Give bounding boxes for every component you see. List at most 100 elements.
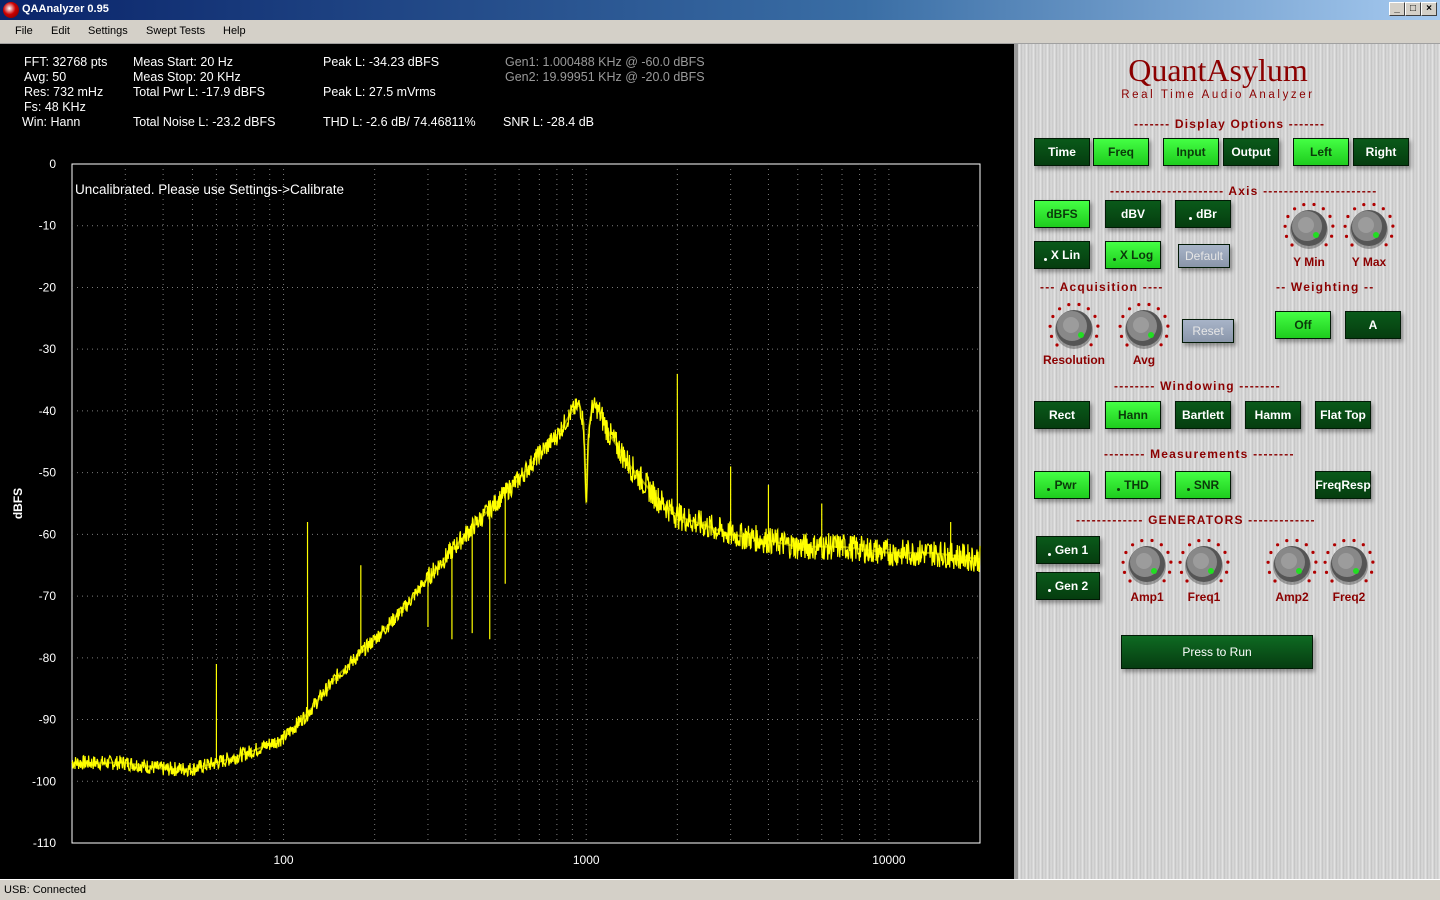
y-tick-label: -10	[39, 219, 57, 233]
xlog-dot	[1112, 257, 1116, 261]
gen1-button[interactable]: Gen 1	[1036, 536, 1100, 564]
y-tick-label: -70	[39, 589, 57, 603]
off-label: Off	[1294, 318, 1312, 332]
y-tick-label: -100	[32, 774, 56, 788]
weighting-off-button[interactable]: Off	[1275, 311, 1331, 339]
right-channel-button[interactable]: Right	[1353, 138, 1409, 166]
y-tick-label: -60	[39, 527, 57, 541]
gen1-dot	[1047, 552, 1051, 556]
acquisition-heading: --- Acquisition ----	[1040, 280, 1164, 294]
resolution-knob[interactable]	[1048, 302, 1100, 354]
dbr-dot	[1189, 216, 1193, 220]
hann-label: Hann	[1118, 408, 1148, 422]
gen2-button[interactable]: Gen 2	[1036, 572, 1100, 600]
menu-settings[interactable]: Settings	[88, 25, 128, 37]
xlin-label: X Lin	[1050, 248, 1081, 262]
thd-button[interactable]: THD	[1105, 471, 1161, 499]
left-channel-button[interactable]: Left	[1293, 138, 1349, 166]
app-icon	[3, 2, 19, 18]
freqresp-label: FreqResp	[1315, 478, 1371, 492]
measurement-readout: FFT: 32768 pts Avg: 50 Res: 732 mHz Fs: …	[0, 44, 1014, 134]
y-tick-label: -80	[39, 651, 57, 665]
xlin-button[interactable]: X Lin	[1034, 241, 1090, 269]
close-button[interactable]: ×	[1421, 2, 1437, 16]
rect-label: Rect	[1048, 408, 1075, 422]
window-type: Win: Hann	[22, 115, 81, 129]
input-button[interactable]: Input	[1163, 138, 1219, 166]
spectrum-plot[interactable]: 0 -10 -20 -30 -40 -50 -60 -70 -80 -90 -100 -110 100 1…	[0, 134, 1014, 879]
thd-dot	[1117, 487, 1121, 491]
y-tick-label: -110	[33, 836, 56, 850]
sample-rate: Fs: 48 KHz	[24, 100, 86, 114]
y-axis-label: dBFS	[11, 488, 25, 519]
ymax-label: Y Max	[1351, 255, 1387, 269]
run-button[interactable]: Press to Run	[1121, 635, 1313, 669]
resolution: Res: 732 mHz	[24, 85, 104, 99]
window-title: QAAnalyzer 0.95	[22, 3, 109, 15]
menu-edit[interactable]: Edit	[51, 25, 70, 37]
flattop-button[interactable]: Flat Top	[1315, 401, 1371, 429]
dbv-label: dBV	[1121, 207, 1145, 221]
maximize-button[interactable]: □	[1405, 2, 1421, 16]
x-tick-label: 10000	[872, 853, 906, 867]
control-panel: QuantAsylum Real Time Audio Analyzer ---…	[1014, 44, 1440, 879]
hann-button[interactable]: Hann	[1105, 401, 1161, 429]
menu-swept-tests[interactable]: Swept Tests	[146, 25, 205, 37]
thd-readout: THD L: -2.6 dB/ 74.46811%	[323, 115, 476, 129]
input-label: Input	[1176, 145, 1206, 159]
y-tick-label: -50	[39, 466, 57, 480]
minimize-button[interactable]: _	[1389, 2, 1405, 16]
menu-file[interactable]: File	[15, 25, 33, 37]
hamm-button[interactable]: Hamm	[1245, 401, 1301, 429]
avg-count: Avg: 50	[24, 70, 67, 84]
weighting-a-button[interactable]: A	[1345, 311, 1401, 339]
freq2-knob[interactable]	[1323, 538, 1375, 590]
plot-frame	[71, 163, 981, 844]
gen2-dot	[1047, 588, 1051, 592]
amp1-knob[interactable]	[1121, 538, 1173, 590]
rect-button[interactable]: Rect	[1034, 401, 1090, 429]
default-button[interactable]: Default	[1178, 244, 1230, 268]
time-button[interactable]: Time	[1034, 138, 1090, 166]
ymax-knob[interactable]	[1343, 202, 1395, 254]
x-tick-label: 100	[274, 853, 294, 867]
menu-help[interactable]: Help	[223, 25, 246, 37]
brand-tagline: Real Time Audio Analyzer	[1121, 89, 1315, 101]
gen2-readout: Gen2: 19.99951 KHz @ -20.0 dBFS	[505, 70, 705, 84]
freq-button[interactable]: Freq	[1093, 138, 1149, 166]
run-label: Press to Run	[1182, 645, 1252, 659]
amp2-knob[interactable]	[1266, 538, 1318, 590]
spectrum-chart: 0 -10 -20 -30 -40 -50 -60 -70 -80 -90 -100 -110 100 1…	[11, 157, 981, 867]
snr-readout: SNR L: -28.4 dB	[503, 115, 595, 129]
reset-button[interactable]: Reset	[1182, 319, 1234, 343]
dbfs-button[interactable]: dBFS	[1034, 200, 1090, 228]
dbv-button[interactable]: dBV	[1105, 200, 1161, 228]
a-label: A	[1368, 318, 1378, 332]
bartlett-button[interactable]: Bartlett	[1175, 401, 1231, 429]
freqresp-button[interactable]: FreqResp	[1315, 471, 1371, 499]
snr-button[interactable]: SNR	[1175, 471, 1231, 499]
right-label: Right	[1365, 145, 1397, 159]
generators-heading: ------------- GENERATORS -------------	[1076, 513, 1316, 527]
output-button[interactable]: Output	[1223, 138, 1279, 166]
default-label: Default	[1184, 249, 1224, 263]
dbr-label: dBr	[1196, 207, 1217, 221]
flattop-label: Flat Top	[1320, 408, 1366, 422]
xlin-dot	[1043, 257, 1047, 261]
y-tick-label: -40	[39, 404, 57, 418]
dbr-button[interactable]: dBr	[1175, 200, 1231, 228]
ymin-knob[interactable]	[1283, 202, 1335, 254]
freq1-label: Freq1	[1187, 590, 1221, 604]
avg-knob[interactable]	[1118, 302, 1170, 354]
menu-bar: File Edit Settings Swept Tests Help	[0, 20, 1440, 44]
meas-stop: Meas Stop: 20 KHz	[133, 70, 241, 84]
hamm-label: Hamm	[1254, 408, 1292, 422]
xlog-button[interactable]: X Log	[1105, 241, 1161, 269]
x-tick-label: 1000	[573, 853, 600, 867]
windowing-heading: -------- Windowing --------	[1114, 379, 1281, 393]
snr-dot	[1186, 487, 1190, 491]
avg-label: Avg	[1132, 353, 1156, 367]
pwr-button[interactable]: Pwr	[1034, 471, 1090, 499]
freq1-knob[interactable]	[1178, 538, 1230, 590]
snr-label: SNR	[1193, 478, 1220, 492]
